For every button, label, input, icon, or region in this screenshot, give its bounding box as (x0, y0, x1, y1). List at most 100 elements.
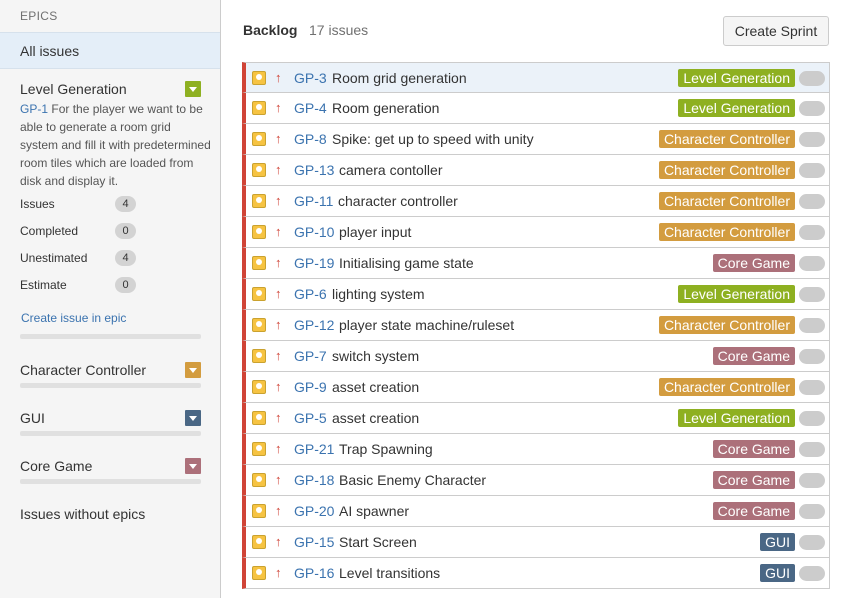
epic-label[interactable]: GUI (760, 533, 795, 551)
epic-label[interactable]: Character Controller (658, 378, 795, 396)
estimate-badge[interactable] (799, 256, 825, 271)
issue-summary: Level transitions (339, 565, 441, 581)
issue-key-link[interactable]: GP-18 (294, 472, 334, 488)
issue-row[interactable]: ↑ GP-18 Basic Enemy Character Core Game (242, 465, 830, 496)
estimate-badge[interactable] (799, 411, 825, 426)
epic-label[interactable]: Core Game (712, 347, 795, 365)
lightbulb-icon (252, 380, 266, 394)
estimate-badge[interactable] (799, 163, 825, 178)
issue-row[interactable]: ↑ GP-20 AI spawner Core Game (242, 496, 830, 527)
epic-label[interactable]: Character Controller (658, 223, 795, 241)
estimate-badge[interactable] (799, 504, 825, 519)
issue-row[interactable]: ↑ GP-8 Spike: get up to speed with unity Ch… (242, 124, 830, 155)
create-sprint-button[interactable]: Create Sprint (723, 16, 829, 46)
issue-row[interactable]: ↑ GP-3 Room grid generation Level Generatio… (242, 62, 830, 93)
epic-label[interactable]: Character Controller (658, 130, 795, 148)
priority-arrow-up-icon: ↑ (275, 348, 282, 363)
issue-key-link[interactable]: GP-12 (294, 317, 334, 333)
epic-label[interactable]: Character Controller (658, 192, 795, 210)
lightbulb-icon (252, 349, 266, 363)
issue-row[interactable]: ↑ GP-21 Trap Spawning Core Game (242, 434, 830, 465)
epic-key-link[interactable]: GP-1 (20, 102, 48, 116)
stat-count-badge: 4 (115, 250, 136, 266)
issue-row[interactable]: ↑ GP-15 Start Screen GUI (242, 527, 830, 558)
epic-name[interactable]: Level Generation (20, 81, 127, 97)
issue-summary: player state machine/ruleset (339, 317, 515, 333)
epic-label[interactable]: Core Game (712, 471, 795, 489)
estimate-badge[interactable] (799, 101, 825, 116)
epic-name[interactable]: GUI (20, 410, 45, 426)
epic-label[interactable]: Core Game (712, 502, 795, 520)
issue-key-link[interactable]: GP-19 (294, 255, 334, 271)
issue-row[interactable]: ↑ GP-13 camera contoller Character Controll… (242, 155, 830, 186)
lightbulb-icon (252, 287, 266, 301)
issue-key-link[interactable]: GP-10 (294, 224, 334, 240)
estimate-badge[interactable] (799, 349, 825, 364)
issues-without-epics-item[interactable]: Issues without epics (20, 506, 145, 522)
estimate-badge[interactable] (799, 225, 825, 240)
epic-name[interactable]: Core Game (20, 458, 92, 474)
epic-label[interactable]: Level Generation (678, 69, 795, 87)
chevron-down-icon[interactable] (185, 362, 201, 378)
issue-row[interactable]: ↑ GP-12 player state machine/ruleset Charac… (242, 310, 830, 341)
epic-label[interactable]: Level Generation (678, 285, 795, 303)
issue-row[interactable]: ↑ GP-16 Level transitions GUI (242, 558, 830, 589)
stat-issues: Issues 4 (20, 196, 137, 212)
issue-key-link[interactable]: GP-13 (294, 162, 334, 178)
epic-label[interactable]: Level Generation (678, 99, 795, 117)
issue-key-link[interactable]: GP-16 (294, 565, 334, 581)
issue-key-link[interactable]: GP-7 (294, 348, 327, 364)
estimate-badge[interactable] (799, 132, 825, 147)
epic-label[interactable]: Character Controller (658, 316, 795, 334)
estimate-badge[interactable] (799, 473, 825, 488)
issue-key-link[interactable]: GP-20 (294, 503, 334, 519)
all-issues-item[interactable]: All issues (0, 32, 220, 69)
stat-unestimated: Unestimated 4 (20, 250, 137, 266)
lightbulb-icon (252, 101, 266, 115)
issue-key-link[interactable]: GP-4 (294, 100, 327, 116)
chevron-down-icon[interactable] (185, 410, 201, 426)
issue-row[interactable]: ↑ GP-5 asset creation Level Generation (242, 403, 830, 434)
epic-label[interactable]: GUI (760, 564, 795, 582)
issue-key-link[interactable]: GP-8 (294, 131, 327, 147)
epic-progress-bar (20, 479, 201, 484)
issue-row[interactable]: ↑ GP-4 Room generation Level Generation (242, 93, 830, 124)
estimate-badge[interactable] (799, 194, 825, 209)
issue-key-link[interactable]: GP-6 (294, 286, 327, 302)
backlog-title: Backlog (243, 22, 298, 38)
stat-label: Estimate (20, 278, 67, 292)
issue-row[interactable]: ↑ GP-7 switch system Core Game (242, 341, 830, 372)
issue-key-link[interactable]: GP-21 (294, 441, 334, 457)
estimate-badge[interactable] (799, 442, 825, 457)
issue-row[interactable]: ↑ GP-9 asset creation Character Controller (242, 372, 830, 403)
estimate-badge[interactable] (799, 71, 825, 86)
issue-row[interactable]: ↑ GP-19 Initialising game state Core Game (242, 248, 830, 279)
issue-key-link[interactable]: GP-3 (294, 70, 327, 86)
epic-label[interactable]: Core Game (712, 440, 795, 458)
issue-key-link[interactable]: GP-5 (294, 410, 327, 426)
issue-row[interactable]: ↑ GP-6 lighting system Level Generation (242, 279, 830, 310)
issue-row[interactable]: ↑ GP-10 player input Character Controller (242, 217, 830, 248)
issue-key-link[interactable]: GP-9 (294, 379, 327, 395)
chevron-down-icon[interactable] (185, 458, 201, 474)
epic-progress-bar (20, 334, 201, 339)
epic-label[interactable]: Level Generation (678, 409, 795, 427)
issue-row[interactable]: ↑ GP-11 character controller Character Cont… (242, 186, 830, 217)
estimate-badge[interactable] (799, 318, 825, 333)
epic-label[interactable]: Character Controller (658, 161, 795, 179)
stat-label: Completed (20, 224, 79, 238)
issue-summary: Start Screen (339, 534, 417, 550)
issue-key-link[interactable]: GP-11 (294, 193, 333, 209)
estimate-badge[interactable] (799, 380, 825, 395)
estimate-badge[interactable] (799, 566, 825, 581)
epic-label[interactable]: Core Game (712, 254, 795, 272)
estimate-badge[interactable] (799, 535, 825, 550)
estimate-badge[interactable] (799, 287, 825, 302)
chevron-down-icon[interactable] (185, 81, 201, 97)
stat-label: Unestimated (20, 251, 88, 265)
issue-key-link[interactable]: GP-15 (294, 534, 334, 550)
issue-summary: Room grid generation (332, 70, 467, 86)
epic-name[interactable]: Character Controller (20, 362, 146, 378)
create-issue-in-epic-link[interactable]: Create issue in epic (21, 311, 126, 325)
stat-estimate: Estimate 0 (20, 277, 137, 293)
